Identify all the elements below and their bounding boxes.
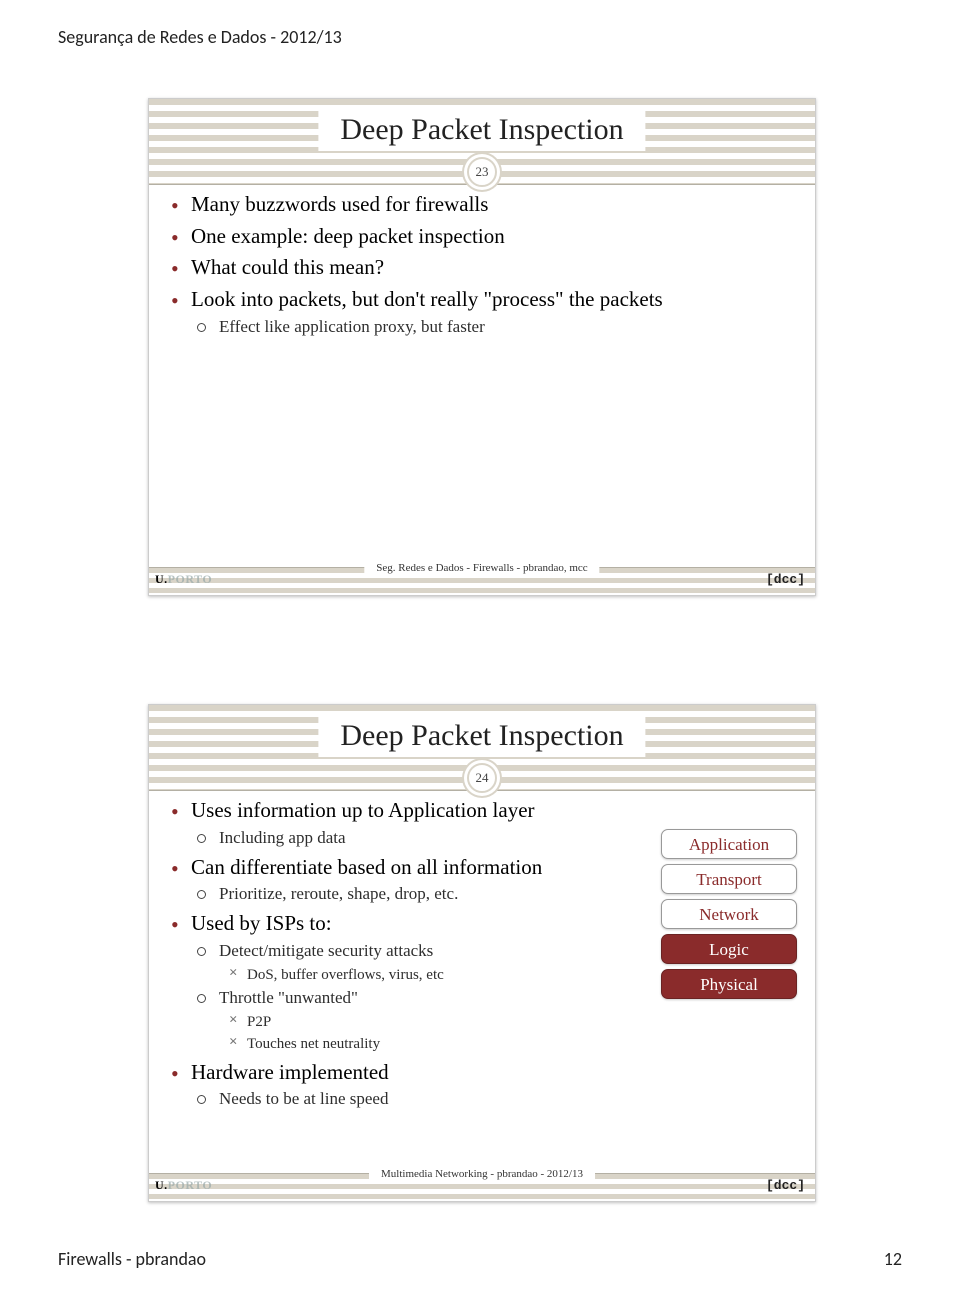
- page-header: Segurança de Redes e Dados - 2012/13: [58, 26, 342, 48]
- slide-body: Many buzzwords used for firewalls One ex…: [167, 191, 797, 551]
- slide-footer: U.PORTO Seg. Redes e Dados - Firewalls -…: [149, 567, 815, 595]
- logo-porto: PORTO: [168, 572, 213, 586]
- logo-u: U.: [155, 1178, 168, 1192]
- bullet: Many buzzwords used for firewalls: [167, 191, 797, 219]
- page-footer-right: 12: [884, 1248, 902, 1270]
- slide-title-band: Deep Packet Inspection 23: [149, 99, 815, 185]
- layer-transport: Transport: [661, 864, 797, 894]
- sub-bullet: Prioritize, reroute, shape, drop, etc.: [197, 883, 587, 906]
- slide-number-wrap: 24: [467, 763, 497, 793]
- bullet: Look into packets, but don't really "pro…: [167, 286, 797, 339]
- bullet: Hardware implemented Needs to be at line…: [167, 1059, 587, 1112]
- slide-title: Deep Packet Inspection: [318, 713, 645, 757]
- bullet: What could this mean?: [167, 254, 797, 282]
- layer-logic: Logic: [661, 934, 797, 964]
- slide-23: Deep Packet Inspection 23 Many buzzwords…: [148, 98, 816, 596]
- dcc-logo: [dcc]: [766, 572, 805, 587]
- dcc-logo: [dcc]: [766, 1178, 805, 1193]
- layer-application: Application: [661, 829, 797, 859]
- sub-bullet: Effect like application proxy, but faste…: [197, 316, 797, 339]
- bullet: Uses information up to Application layer…: [167, 797, 587, 850]
- sub-bullet: Throttle "unwanted" P2P Touches net neut…: [197, 987, 587, 1054]
- slide-footer-text: Multimedia Networking - pbrandao - 2012/…: [369, 1166, 595, 1182]
- bullet: One example: deep packet inspection: [167, 223, 797, 251]
- slide-footer: U.PORTO Multimedia Networking - pbrandao…: [149, 1173, 815, 1201]
- layer-physical: Physical: [661, 969, 797, 999]
- sub-sub-bullet: DoS, buffer overflows, virus, etc: [229, 965, 587, 985]
- page-footer-left: Firewalls - pbrandao: [58, 1248, 206, 1270]
- bullet: Can differentiate based on all informati…: [167, 854, 587, 907]
- slide-number: 23: [467, 157, 497, 187]
- bullet: Used by ISPs to: Detect/mitigate securit…: [167, 910, 587, 1054]
- uporto-logo: U.PORTO: [155, 572, 212, 587]
- layer-network: Network: [661, 899, 797, 929]
- slide-title: Deep Packet Inspection: [318, 107, 645, 151]
- bullet-text: Look into packets, but don't really "pro…: [191, 287, 663, 311]
- slide-number: 24: [467, 763, 497, 793]
- uporto-logo: U.PORTO: [155, 1178, 212, 1193]
- sub-bullet: Needs to be at line speed: [197, 1088, 587, 1111]
- bullet-text: Used by ISPs to:: [191, 911, 332, 935]
- slide-footer-text: Seg. Redes e Dados - Firewalls - pbranda…: [364, 560, 599, 576]
- network-layers-stack: Application Transport Network Logic Phys…: [661, 829, 797, 1004]
- sub-bullet-text: Throttle "unwanted": [219, 988, 358, 1007]
- bullet-text: Uses information up to Application layer: [191, 798, 535, 822]
- sub-sub-bullet: Touches net neutrality: [229, 1034, 587, 1054]
- slide-title-band: Deep Packet Inspection 24: [149, 705, 815, 791]
- sub-bullet: Including app data: [197, 827, 587, 850]
- bullet-text: Hardware implemented: [191, 1060, 389, 1084]
- sub-sub-bullet: P2P: [229, 1012, 587, 1032]
- sub-bullet-text: Detect/mitigate security attacks: [219, 941, 433, 960]
- slide-number-wrap: 23: [467, 157, 497, 187]
- logo-u: U.: [155, 572, 168, 586]
- bullet-text: Can differentiate based on all informati…: [191, 855, 542, 879]
- slide-body: Uses information up to Application layer…: [167, 797, 797, 1157]
- slide-24: Deep Packet Inspection 24 Uses informati…: [148, 704, 816, 1202]
- sub-bullet: Detect/mitigate security attacks DoS, bu…: [197, 940, 587, 985]
- logo-porto: PORTO: [168, 1178, 213, 1192]
